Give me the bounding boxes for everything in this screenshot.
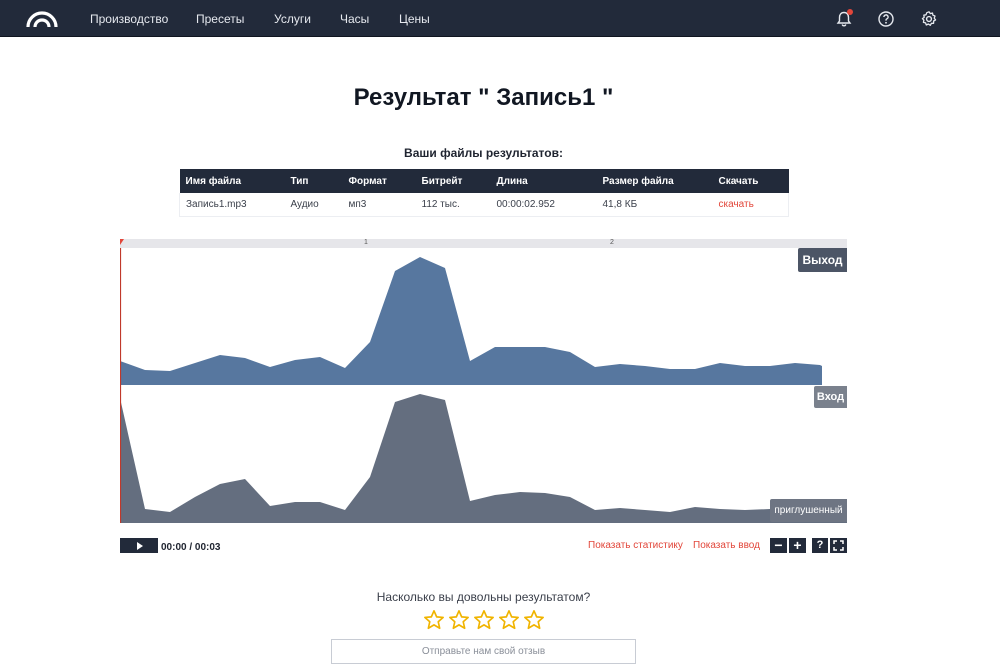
cell-bitrate: 112 тыс. [415, 193, 491, 217]
zoom-in-button[interactable]: + [789, 538, 806, 553]
col-header-length: Длина [490, 169, 597, 193]
star-rating [423, 609, 547, 633]
star-4-icon[interactable] [498, 609, 520, 631]
feedback-button[interactable]: Отправьте нам свой отзыв [331, 639, 636, 664]
col-header-format: Формат [342, 169, 416, 193]
zoom-out-button[interactable]: − [770, 538, 787, 553]
logo-icon[interactable] [26, 9, 58, 29]
ruler-mark-2: 2 [610, 239, 614, 246]
col-header-bitrate: Битрейт [415, 169, 491, 193]
star-3-icon[interactable] [473, 609, 495, 631]
cell-format: мп3 [342, 193, 416, 217]
nav-item-presets[interactable]: Пресеты [196, 12, 244, 26]
cell-size: 41,8 КБ [596, 193, 713, 217]
input-track-label[interactable]: Вход [814, 386, 847, 408]
timeline-ruler[interactable]: 1 2 [120, 239, 847, 248]
col-header-size: Размер файла [596, 169, 713, 193]
help-button[interactable]: ? [812, 538, 828, 553]
table-header-row: Имя файла Тип Формат Битрейт Длина Разме… [179, 169, 789, 193]
waveform-player: 1 2 Выход Вход приглушенный [120, 239, 847, 553]
cell-download: скачать [712, 193, 789, 217]
rating-question: Насколько вы довольны результатом? [376, 590, 591, 604]
input-waveform [120, 394, 847, 523]
col-header-type: Тип [284, 169, 343, 193]
col-header-filename: Имя файла [179, 169, 285, 193]
col-header-download: Скачать [712, 169, 789, 193]
page-title: Результат " Запись1 " [353, 84, 614, 111]
muted-badge[interactable]: приглушенный [770, 499, 847, 522]
output-track-label[interactable]: Выход [798, 248, 847, 272]
cell-filename: Запись1.mp3 [179, 193, 285, 217]
show-input-link[interactable]: Показать ввод [693, 540, 760, 551]
waveform-canvas[interactable] [120, 248, 847, 523]
gear-icon[interactable] [920, 10, 938, 28]
fullscreen-icon [833, 540, 844, 551]
cell-length: 00:00:02.952 [490, 193, 597, 217]
results-table: Имя файла Тип Формат Битрейт Длина Разме… [179, 169, 789, 217]
help-icon[interactable] [877, 10, 895, 28]
playhead-marker[interactable] [120, 239, 128, 245]
fullscreen-button[interactable] [830, 538, 847, 553]
cell-type: Аудио [284, 193, 343, 217]
star-1-icon[interactable] [423, 609, 445, 631]
play-icon [137, 542, 143, 550]
nav-item-services[interactable]: Услуги [274, 12, 311, 26]
top-navbar: Производство Пресеты Услуги Часы Цены [0, 0, 1000, 37]
output-waveform [120, 257, 822, 385]
table-row: Запись1.mp3 Аудио мп3 112 тыс. 00:00:02.… [179, 193, 789, 217]
ruler-mark-1: 1 [364, 239, 368, 246]
star-5-icon[interactable] [523, 609, 545, 631]
notification-dot [847, 9, 853, 15]
time-readout: 00:00 / 00:03 [161, 542, 221, 553]
files-heading: Ваши файлы результатов: [404, 146, 563, 160]
play-button[interactable] [120, 538, 158, 553]
star-2-icon[interactable] [448, 609, 470, 631]
download-link[interactable]: скачать [719, 199, 754, 210]
show-stats-link[interactable]: Показать статистику [588, 540, 683, 551]
nav-item-hours[interactable]: Часы [340, 12, 369, 26]
nav-item-prices[interactable]: Цены [399, 12, 430, 26]
nav-item-production[interactable]: Производство [90, 12, 168, 26]
